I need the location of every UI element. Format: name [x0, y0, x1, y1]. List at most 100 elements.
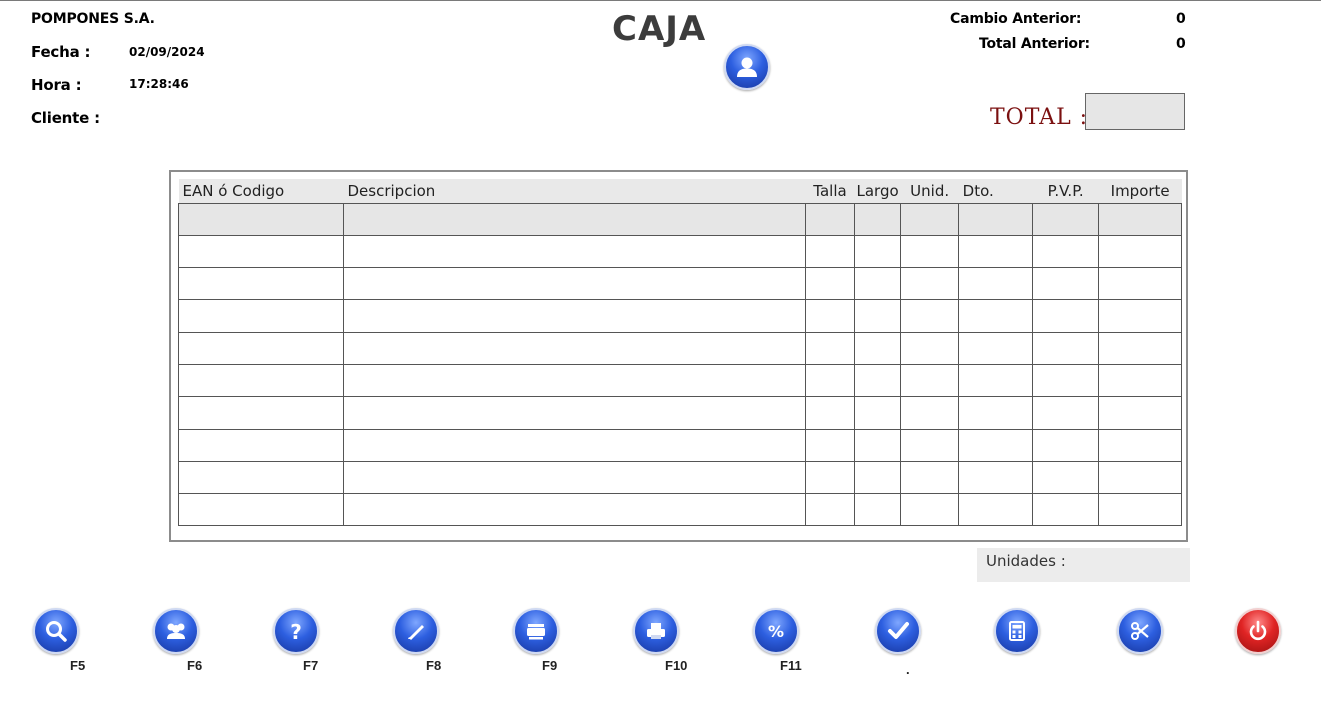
table-row[interactable]: [178, 396, 1183, 430]
print-list-button[interactable]: [513, 608, 559, 654]
table-cell[interactable]: [1098, 267, 1183, 301]
table-cell[interactable]: [805, 202, 855, 236]
confirm-button[interactable]: [875, 608, 921, 654]
table-cell[interactable]: [1032, 363, 1100, 398]
table-cell[interactable]: [958, 428, 1034, 462]
table-cell[interactable]: [853, 428, 902, 462]
table-cell[interactable]: [900, 460, 960, 495]
table-cell[interactable]: [805, 299, 855, 333]
table-cell[interactable]: [900, 202, 960, 236]
table-cell[interactable]: [958, 363, 1034, 398]
table-cell[interactable]: [900, 331, 960, 365]
table-cell[interactable]: [343, 331, 806, 365]
table-cell[interactable]: [1098, 202, 1183, 236]
table-cell[interactable]: [1032, 267, 1100, 301]
table-cell[interactable]: [1098, 363, 1183, 398]
table-cell[interactable]: [1032, 460, 1100, 495]
table-row[interactable]: [178, 428, 1183, 462]
table-cell[interactable]: [853, 363, 902, 398]
table-cell[interactable]: [1098, 460, 1183, 495]
table-cell[interactable]: [900, 493, 960, 527]
table-cell[interactable]: [853, 202, 902, 236]
table-cell[interactable]: [958, 202, 1034, 236]
table-cell[interactable]: [1098, 234, 1183, 269]
table-row[interactable]: [178, 234, 1183, 269]
table-cell[interactable]: [958, 331, 1034, 365]
client-button[interactable]: [724, 44, 770, 90]
table-cell[interactable]: [178, 493, 344, 527]
table-cell[interactable]: [958, 493, 1034, 527]
table-cell[interactable]: [1098, 331, 1183, 365]
table-cell[interactable]: [805, 363, 855, 398]
table-cell[interactable]: [1098, 428, 1183, 462]
table-cell[interactable]: [1098, 299, 1183, 333]
table-row[interactable]: [178, 202, 1183, 236]
table-cell[interactable]: [1098, 396, 1183, 430]
table-cell[interactable]: [1032, 428, 1100, 462]
table-cell[interactable]: [853, 493, 902, 527]
table-cell[interactable]: [853, 299, 902, 333]
table-row[interactable]: [178, 460, 1183, 495]
table-cell[interactable]: [805, 493, 855, 527]
table-cell[interactable]: [900, 428, 960, 462]
table-cell[interactable]: [805, 234, 855, 269]
table-cell[interactable]: [900, 299, 960, 333]
table-cell[interactable]: [178, 428, 344, 462]
table-cell[interactable]: [805, 331, 855, 365]
table-cell[interactable]: [343, 299, 806, 333]
table-cell[interactable]: [900, 234, 960, 269]
exit-button[interactable]: [1235, 608, 1281, 654]
table-cell[interactable]: [343, 202, 806, 236]
table-cell[interactable]: [900, 363, 960, 398]
table-row[interactable]: [178, 267, 1183, 301]
table-cell[interactable]: [343, 363, 806, 398]
table-cell[interactable]: [178, 202, 344, 236]
cut-button[interactable]: [1117, 608, 1163, 654]
search-button[interactable]: [33, 608, 79, 654]
table-cell[interactable]: [805, 460, 855, 495]
table-cell[interactable]: [853, 267, 902, 301]
table-row[interactable]: [178, 299, 1183, 333]
table-cell[interactable]: [1032, 202, 1100, 236]
table-cell[interactable]: [343, 460, 806, 495]
table-cell[interactable]: [853, 331, 902, 365]
table-cell[interactable]: [805, 267, 855, 301]
discount-button[interactable]: %: [753, 608, 799, 654]
table-cell[interactable]: [900, 396, 960, 430]
table-cell[interactable]: [853, 396, 902, 430]
table-cell[interactable]: [958, 460, 1034, 495]
table-cell[interactable]: [1032, 234, 1100, 269]
table-cell[interactable]: [343, 267, 806, 301]
print-button[interactable]: [633, 608, 679, 654]
table-cell[interactable]: [958, 234, 1034, 269]
calculator-button[interactable]: [994, 608, 1040, 654]
table-cell[interactable]: [900, 267, 960, 301]
edit-button[interactable]: [393, 608, 439, 654]
table-cell[interactable]: [1032, 331, 1100, 365]
table-cell[interactable]: [178, 363, 344, 398]
table-cell[interactable]: [178, 460, 344, 495]
table-cell[interactable]: [343, 493, 806, 527]
help-button[interactable]: ?: [273, 608, 319, 654]
table-row[interactable]: [178, 493, 1183, 527]
table-cell[interactable]: [343, 396, 806, 430]
table-cell[interactable]: [343, 428, 806, 462]
table-cell[interactable]: [1098, 493, 1183, 527]
table-cell[interactable]: [343, 234, 806, 269]
table-cell[interactable]: [805, 396, 855, 430]
table-cell[interactable]: [853, 460, 902, 495]
table-row[interactable]: [178, 363, 1183, 398]
table-row[interactable]: [178, 331, 1183, 365]
table-cell[interactable]: [178, 331, 344, 365]
table-cell[interactable]: [958, 396, 1034, 430]
table-cell[interactable]: [178, 299, 344, 333]
table-cell[interactable]: [178, 234, 344, 269]
table-cell[interactable]: [958, 299, 1034, 333]
table-cell[interactable]: [805, 428, 855, 462]
table-cell[interactable]: [958, 267, 1034, 301]
table-cell[interactable]: [178, 396, 344, 430]
table-cell[interactable]: [1032, 396, 1100, 430]
table-cell[interactable]: [178, 267, 344, 301]
items-table[interactable]: EAN ó Codigo Descripcion Talla Largo Uni…: [178, 179, 1183, 527]
table-cell[interactable]: [1032, 493, 1100, 527]
